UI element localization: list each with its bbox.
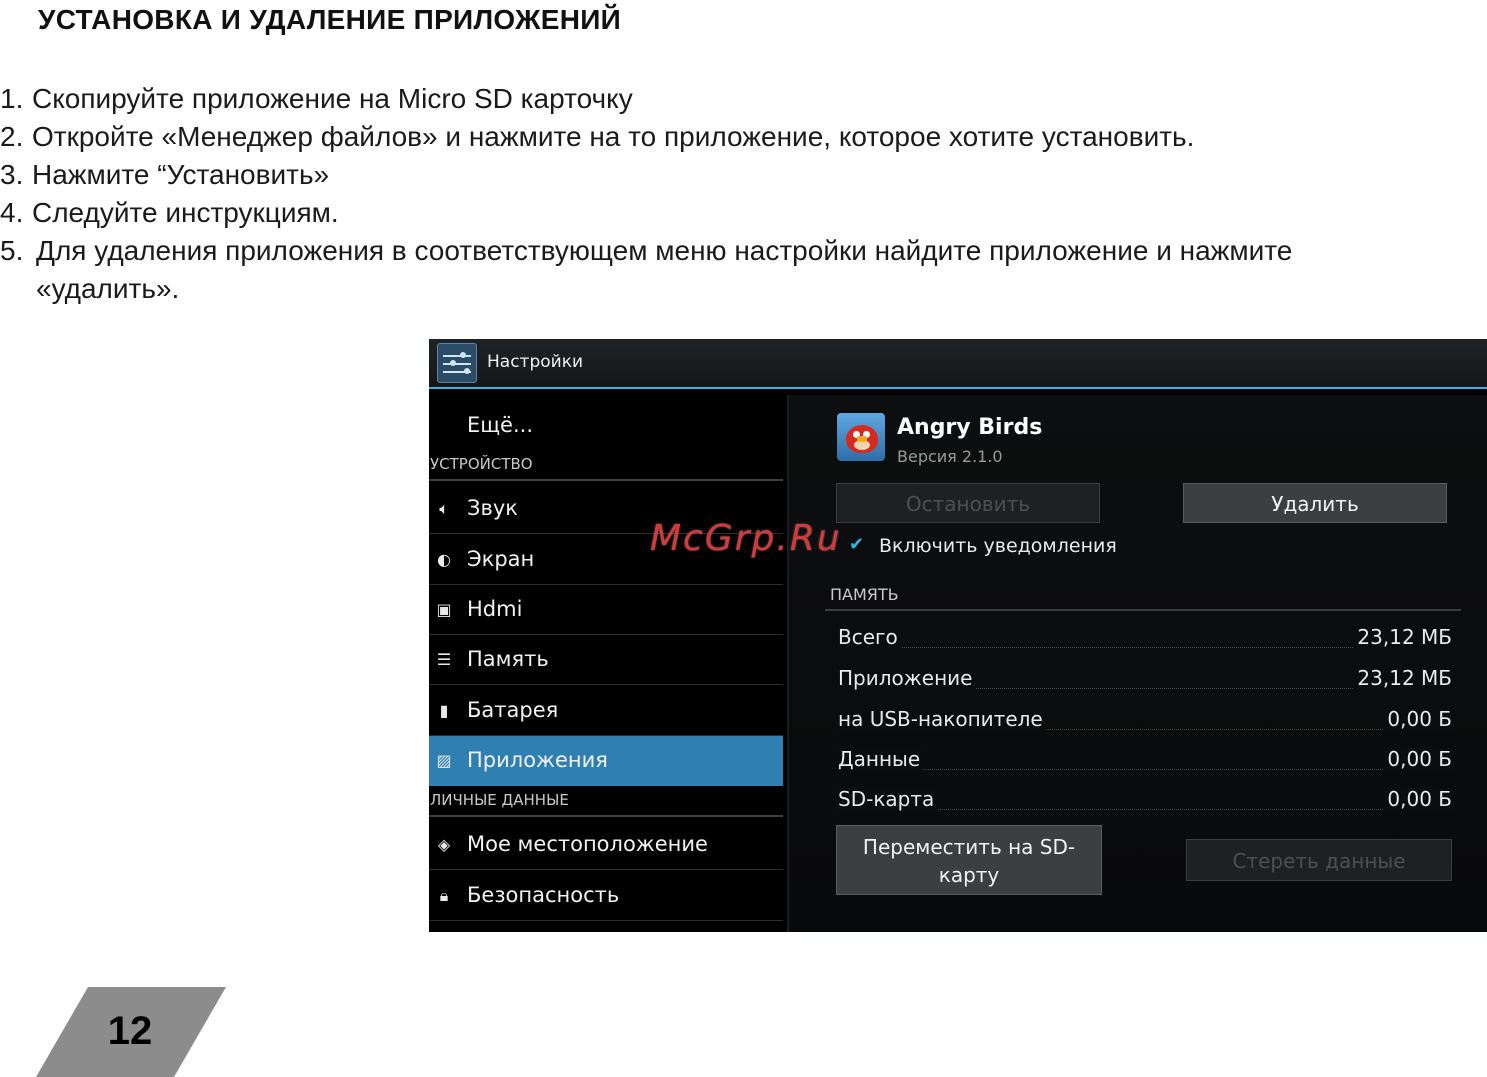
memory-row-data: Данные 0,00 Б — [835, 747, 1455, 775]
speaker-icon: 🔈︎ — [439, 499, 449, 518]
lock-icon: 🔒︎ — [439, 886, 449, 905]
settings-screenshot: Настройки Ещё... УСТРОЙСТВО 🔈︎ Звук ◐ Эк… — [429, 339, 1487, 932]
action-bar: Настройки — [429, 339, 1487, 389]
battery-icon: ▮ — [439, 701, 449, 720]
monitor-icon: ▣ — [436, 600, 452, 619]
sidebar-item-hdmi[interactable]: ▣ Hdmi — [429, 585, 783, 635]
settings-icon[interactable] — [437, 343, 477, 383]
storage-icon: ☰ — [436, 650, 452, 669]
page-number: 12 — [107, 1009, 153, 1053]
page-title: УСТАНОВКА И УДАЛЕНИЕ ПРИЛОЖЕНИЙ — [38, 4, 622, 35]
sidebar-item-security[interactable]: 🔒︎ Безопасность — [429, 871, 783, 921]
force-stop-button[interactable]: Остановить — [836, 483, 1100, 523]
instruction-list: 1. Скопируйте приложение на Micro SD карт… — [0, 80, 1487, 308]
memory-section-header: ПАМЯТЬ — [825, 585, 1461, 611]
memory-row-usb: на USB-накопителе 0,00 Б — [835, 707, 1455, 735]
step-3: 3. Нажмите “Установить» — [0, 159, 330, 190]
apps-icon: ▨ — [436, 751, 452, 770]
angry-birds-icon — [837, 413, 885, 461]
action-bar-title: Настройки — [487, 352, 584, 372]
settings-sidebar: Ещё... УСТРОЙСТВО 🔈︎ Звук ◐ Экран ▣ Hdmi… — [429, 401, 783, 932]
sidebar-item-more[interactable]: Ещё... — [429, 401, 783, 451]
step-5: 5. Для удаления приложения в соответствую… — [0, 235, 1293, 266]
memory-row-sd: SD-карта 0,00 Б — [835, 787, 1455, 815]
page-number-tab: 12 — [36, 987, 226, 1077]
step-1: 1. Скопируйте приложение на Micro SD карт… — [0, 83, 633, 114]
sidebar-item-storage[interactable]: ☰ Память — [429, 635, 783, 685]
sidebar-item-location[interactable]: ◈ Мое местоположение — [429, 820, 783, 870]
watermark: McGrp.Ru — [650, 518, 842, 559]
app-details-pane: Angry Birds Версия 2.1.0 Остановить Удал… — [787, 395, 1487, 932]
memory-row-total: Всего 23,12 МБ — [835, 625, 1455, 653]
move-to-sd-button[interactable]: Переместить на SD-карту — [836, 825, 1102, 895]
memory-row-app: Приложение 23,12 МБ — [835, 666, 1455, 694]
section-header-device: УСТРОЙСТВО — [429, 455, 783, 481]
sidebar-item-apps[interactable]: ▨ Приложения — [429, 736, 783, 786]
step-4: 4. Следуйте инструкциям. — [0, 197, 339, 228]
location-icon: ◈ — [437, 835, 451, 854]
app-version: Версия 2.1.0 — [897, 447, 1003, 466]
section-header-personal: ЛИЧНЫЕ ДАННЫЕ — [429, 791, 783, 817]
brightness-icon: ◐ — [437, 550, 451, 569]
step-5-continued: «удалить». — [36, 273, 180, 304]
app-name: Angry Birds — [897, 415, 1043, 440]
sidebar-item-battery[interactable]: ▮ Батарея — [429, 686, 783, 736]
clear-data-button[interactable]: Стереть данные — [1186, 839, 1452, 881]
uninstall-button[interactable]: Удалить — [1183, 483, 1447, 523]
checkmark-icon[interactable]: ✔ — [849, 536, 865, 554]
step-2: 2. Откройте «Менеджер файлов» и нажмите н… — [0, 121, 1195, 152]
